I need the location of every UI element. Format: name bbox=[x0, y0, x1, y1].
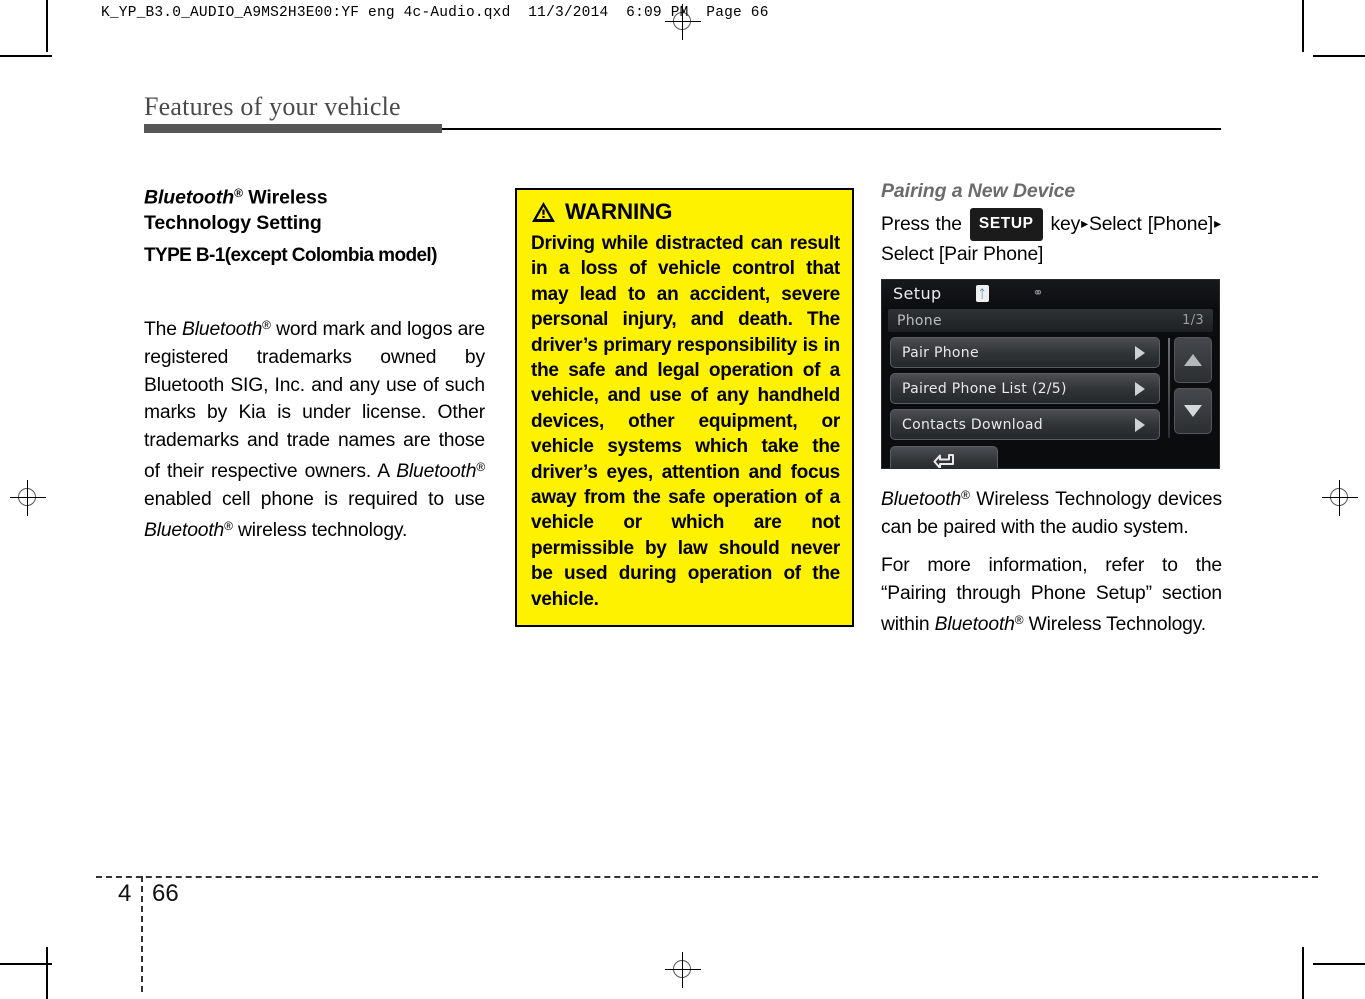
head-unit-screen-image: Setup ᛏ ⚭ Phone 1/3 Pair Phone Paired Ph… bbox=[881, 279, 1220, 469]
chevron-right-icon bbox=[1135, 417, 1145, 432]
tm-bluetooth-2: Bluetooth bbox=[396, 461, 477, 483]
warning-header: WARNING bbox=[531, 200, 840, 224]
instruction-phone-bracket: [Phone] bbox=[1147, 214, 1214, 235]
hu-scroll-divider bbox=[1168, 338, 1170, 438]
hu-status-icons: ᛏ ⚭ bbox=[975, 285, 1044, 302]
section-heading: Bluetooth® Wireless Technology Setting bbox=[144, 180, 485, 236]
arrow-down-icon bbox=[1184, 405, 1202, 417]
tm-text-4: wireless technology. bbox=[232, 520, 408, 542]
footer-vertical-dashed-rule bbox=[141, 876, 143, 992]
registration-mark-bottom bbox=[665, 952, 701, 988]
section-heading-bluetooth: Bluetooth bbox=[144, 186, 235, 209]
footer-dashed-rule bbox=[96, 876, 1318, 878]
hu-back-button[interactable] bbox=[890, 446, 998, 468]
registration-mark-left bbox=[10, 480, 46, 516]
section-heading-rest: Wireless bbox=[242, 186, 328, 209]
hu-menu-label: Paired Phone List (2/5) bbox=[902, 380, 1067, 397]
hu-section-label: Phone bbox=[897, 312, 942, 329]
registered-mark: ® bbox=[961, 488, 970, 502]
crop-mark-top-left-vertical bbox=[46, 0, 48, 52]
middle-column: WARNING Driving while distracted can res… bbox=[515, 188, 854, 628]
pairing-instruction: Press the SETUP key▸Select [Phone]▸Selec… bbox=[881, 208, 1222, 268]
warning-box: WARNING Driving while distracted can res… bbox=[515, 188, 854, 628]
warning-triangle-icon bbox=[532, 202, 555, 222]
left-column: Bluetooth® Wireless Technology Setting T… bbox=[144, 180, 485, 545]
registered-mark: ® bbox=[224, 519, 233, 534]
instruction-pair-phone-bracket: [Pair Phone] bbox=[938, 243, 1044, 265]
tm-text-3: enabled cell phone is required to use bbox=[144, 488, 485, 510]
crop-mark-top-right-horizontal bbox=[1313, 55, 1365, 57]
prepress-header-line: K_YP_B3.0_AUDIO_A9MS2H3E00:YF eng 4c-Aud… bbox=[101, 5, 769, 21]
title-rule-thin bbox=[442, 128, 1221, 130]
registered-mark: ® bbox=[234, 186, 243, 200]
setup-key-chip[interactable]: SETUP bbox=[969, 208, 1043, 241]
chevron-right-icon bbox=[1135, 345, 1145, 360]
hu-title-bar: Setup ᛏ ⚭ bbox=[882, 280, 1219, 307]
pairing-paragraph-2: For more information, refer to the “Pair… bbox=[881, 552, 1222, 639]
hu-page-indicator: 1/3 bbox=[1182, 313, 1204, 328]
hu-menu-item-pair-phone[interactable]: Pair Phone bbox=[890, 337, 1160, 368]
tm-bluetooth-3: Bluetooth bbox=[144, 520, 225, 542]
hu-scroll-down-button[interactable] bbox=[1174, 388, 1212, 434]
registration-mark-right bbox=[1322, 480, 1358, 516]
hu-screen-title: Setup bbox=[893, 284, 942, 303]
hu-menu-label: Pair Phone bbox=[902, 344, 979, 361]
crop-mark-bottom-right-horizontal bbox=[1313, 963, 1365, 965]
crop-mark-bottom-left-horizontal bbox=[0, 963, 52, 965]
hu-section-bar: Phone 1/3 bbox=[888, 309, 1213, 332]
tm-text-2: word mark and logos are registered trade… bbox=[144, 319, 485, 483]
instruction-press: Press bbox=[881, 214, 930, 235]
arrow-separator-icon: ▸ bbox=[1081, 215, 1088, 231]
hu-menu-item-contacts-download[interactable]: Contacts Download bbox=[890, 409, 1160, 440]
pairing-paragraph-1: Bluetooth® Wireless Technology devices c… bbox=[881, 482, 1222, 541]
instruction-the: the bbox=[935, 214, 963, 235]
instruction-key: key bbox=[1050, 214, 1081, 235]
instruction-select-2: Select bbox=[881, 243, 934, 265]
arrow-separator-icon: ▸ bbox=[1214, 215, 1221, 231]
chevron-right-icon bbox=[1135, 381, 1145, 396]
warning-body-text: Driving while distracted can result in a… bbox=[531, 233, 840, 610]
warning-title: WARNING bbox=[565, 199, 673, 224]
tm-bluetooth-1: Bluetooth bbox=[182, 319, 263, 341]
hu-scroll-up-button[interactable] bbox=[1174, 337, 1212, 383]
section-subheading: TYPE B-1(except Colombia model) bbox=[144, 245, 437, 267]
para1-bluetooth: Bluetooth bbox=[881, 489, 962, 511]
trademark-paragraph: The Bluetooth® word mark and logos are r… bbox=[144, 312, 485, 545]
para2-bluetooth: Bluetooth bbox=[934, 614, 1015, 636]
crop-mark-bottom-left-vertical bbox=[46, 947, 48, 999]
page-title: Features of your vehicle bbox=[144, 92, 401, 121]
pairing-heading: Pairing a New Device bbox=[881, 180, 1076, 202]
right-column: Pairing a New Device Press the SETUP key… bbox=[881, 180, 1222, 639]
registered-mark: ® bbox=[262, 318, 271, 333]
arrow-up-icon bbox=[1184, 354, 1202, 366]
chapter-number: 4 bbox=[118, 880, 132, 907]
bluetooth-icon: ᛏ bbox=[975, 285, 989, 302]
tm-text-1: The bbox=[144, 319, 183, 341]
crop-mark-bottom-right-vertical bbox=[1302, 947, 1304, 999]
crop-mark-top-right-vertical bbox=[1302, 0, 1304, 52]
hu-menu-list: Pair Phone Paired Phone List (2/5) Conta… bbox=[890, 337, 1160, 445]
para2-text-2: Wireless Technology. bbox=[1023, 614, 1207, 636]
hu-menu-item-paired-phone-list[interactable]: Paired Phone List (2/5) bbox=[890, 373, 1160, 404]
instruction-select-1: Select bbox=[1089, 214, 1142, 235]
section-heading-line2: Technology Setting bbox=[144, 212, 322, 235]
usb-icon: ⚭ bbox=[1032, 286, 1044, 301]
registered-mark: ® bbox=[476, 460, 485, 474]
page-number: 66 bbox=[152, 880, 179, 907]
back-arrow-icon bbox=[933, 453, 954, 468]
crop-mark-top-left-horizontal bbox=[0, 55, 52, 57]
hu-menu-label: Contacts Download bbox=[902, 416, 1043, 433]
title-rule-thick bbox=[144, 124, 442, 133]
